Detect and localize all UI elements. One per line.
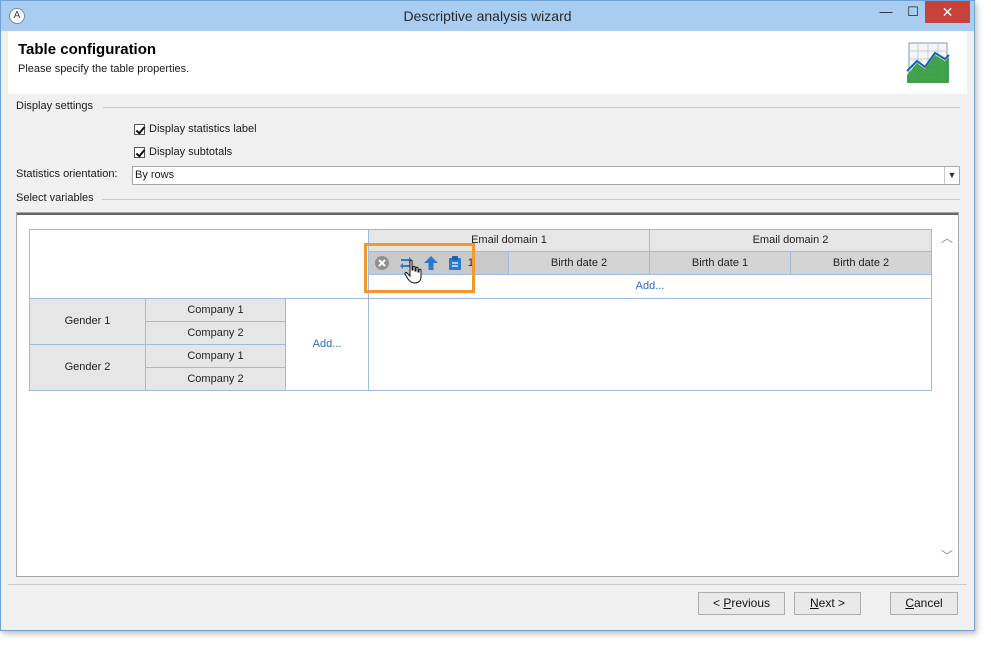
orientation-value: By rows (135, 169, 175, 181)
page-subtitle: Please specify the table properties. (18, 63, 190, 75)
column-header-birth-date-1[interactable]: Birth date 1 (649, 251, 791, 275)
select-variables-divider (102, 199, 960, 200)
orientation-label: Statistics orientation: (16, 168, 118, 180)
row-header-company-1[interactable]: Company 1 (145, 344, 286, 368)
select-variables-label: Select variables (16, 192, 94, 204)
checkbox-checked-icon[interactable] (134, 146, 145, 158)
row-header-company-2[interactable]: Company 2 (145, 321, 286, 345)
clipboard-icon[interactable] (447, 255, 463, 271)
row-header-company-1[interactable]: Company 1 (145, 298, 286, 322)
display-subtotals-checkbox[interactable]: Display subtotals (134, 146, 232, 158)
maximize-button[interactable]: ☐ (898, 1, 928, 23)
corner-cell (29, 229, 369, 299)
cancel-button[interactable]: Cancel (890, 592, 958, 615)
page-title: Table configuration (18, 41, 157, 58)
column-header-birth-date-2[interactable]: Birth date 2 (790, 251, 932, 275)
display-settings-label: Display settings (16, 100, 94, 112)
display-settings-divider (103, 107, 960, 108)
chevron-down-icon[interactable]: ▼ (944, 167, 959, 184)
chart-icon (906, 42, 950, 83)
display-statistics-label-checkbox[interactable]: Display statistics label (134, 123, 257, 135)
next-button[interactable]: Next > (794, 592, 861, 615)
checkbox-checked-icon[interactable] (134, 123, 145, 135)
move-up-icon[interactable] (423, 255, 439, 271)
row-header-company-2[interactable]: Company 2 (145, 367, 286, 391)
row-header-gender-1[interactable]: Gender 1 (29, 298, 146, 345)
title-bar[interactable]: A Descriptive analysis wizard — ☐ ✕ (1, 1, 974, 31)
checkbox-label: Display statistics label (149, 123, 257, 135)
scroll-up-icon[interactable]: ︿ (941, 229, 953, 246)
scroll-down-icon[interactable]: ﹀ (941, 547, 953, 564)
wizard-window: A Descriptive analysis wizard — ☐ ✕ Tabl… (0, 0, 975, 631)
window-title: Descriptive analysis wizard (403, 8, 572, 24)
add-row-link[interactable]: Add... (285, 298, 369, 391)
column-header-birth-date-2[interactable]: Birth date 2 (508, 251, 650, 275)
column-header-email-domain-2[interactable]: Email domain 2 (649, 229, 932, 252)
orientation-select[interactable]: By rows ▼ (132, 166, 960, 185)
hand-cursor-icon (404, 259, 422, 284)
row-header-gender-2[interactable]: Gender 2 (29, 344, 146, 391)
close-button[interactable]: ✕ (925, 1, 970, 23)
checkbox-label: Display subtotals (149, 146, 233, 158)
remove-icon[interactable] (374, 255, 390, 271)
minimize-button[interactable]: — (871, 1, 901, 23)
data-area (368, 298, 932, 391)
footer-divider (8, 584, 967, 585)
wizard-header: Table configuration Please specify the t… (8, 31, 967, 94)
previous-button[interactable]: < Previous (698, 592, 785, 615)
